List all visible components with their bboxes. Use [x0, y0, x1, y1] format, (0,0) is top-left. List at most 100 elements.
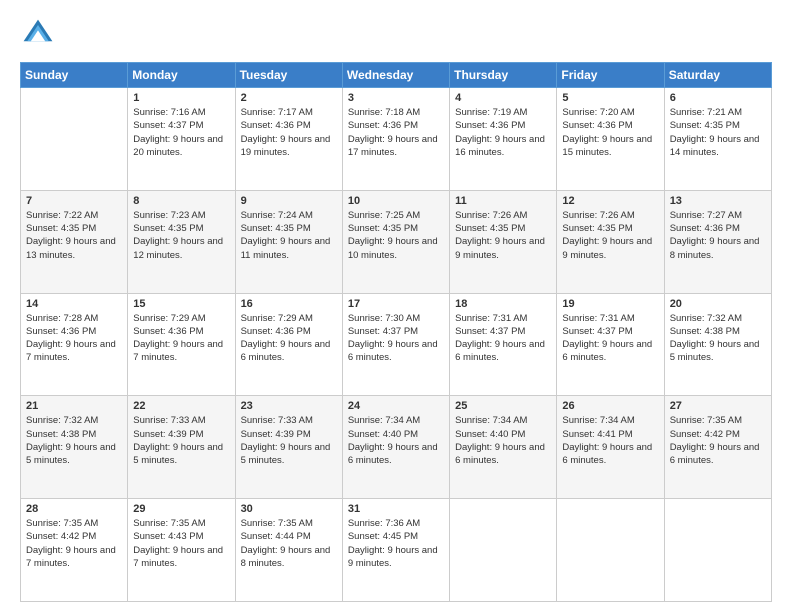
day-number: 2	[241, 92, 337, 104]
day-number: 25	[455, 400, 551, 412]
day-info: Sunrise: 7:19 AMSunset: 4:36 PMDaylight:…	[455, 106, 551, 159]
day-number: 29	[133, 503, 229, 515]
calendar-cell	[450, 499, 557, 602]
calendar-cell: 18Sunrise: 7:31 AMSunset: 4:37 PMDayligh…	[450, 293, 557, 396]
day-number: 14	[26, 298, 122, 310]
calendar-cell: 9 Sunrise: 7:24 AMSunset: 4:35 PMDaylight…	[235, 190, 342, 293]
calendar-cell: 6 Sunrise: 7:21 AMSunset: 4:35 PMDaylight…	[664, 88, 771, 191]
day-number: 13	[670, 195, 766, 207]
calendar-cell: 20 Sunrise: 7:32 AMSunset: 4:38 PMDayligh…	[664, 293, 771, 396]
day-info: Sunrise: 7:30 AMSunset: 4:37 PMDaylight:…	[348, 312, 444, 365]
col-header-saturday: Saturday	[664, 63, 771, 88]
day-number: 24	[348, 400, 444, 412]
col-header-thursday: Thursday	[450, 63, 557, 88]
day-info: Sunrise: 7:35 AMSunset: 4:42 PMDaylight:…	[670, 414, 766, 467]
day-info: Sunrise: 7:26 AMSunset: 4:35 PMDaylight:…	[455, 209, 551, 262]
day-number: 8	[133, 195, 229, 207]
col-header-monday: Monday	[128, 63, 235, 88]
day-number: 17	[348, 298, 444, 310]
calendar-week-row: 14 Sunrise: 7:28 AMSunset: 4:36 PMDayligh…	[21, 293, 772, 396]
day-info: Sunrise: 7:31 AMSunset: 4:37 PMDaylight:…	[562, 312, 658, 365]
day-info: Sunrise: 7:35 AMSunset: 4:43 PMDaylight:…	[133, 517, 229, 570]
day-info: Sunrise: 7:26 AMSunset: 4:35 PMDaylight:…	[562, 209, 658, 262]
day-number: 28	[26, 503, 122, 515]
calendar-cell: 30Sunrise: 7:35 AMSunset: 4:44 PMDayligh…	[235, 499, 342, 602]
day-info: Sunrise: 7:28 AMSunset: 4:36 PMDaylight:…	[26, 312, 122, 365]
day-info: Sunrise: 7:17 AMSunset: 4:36 PMDaylight:…	[241, 106, 337, 159]
day-info: Sunrise: 7:35 AMSunset: 4:44 PMDaylight:…	[241, 517, 337, 570]
day-number: 26	[562, 400, 658, 412]
day-info: Sunrise: 7:33 AMSunset: 4:39 PMDaylight:…	[241, 414, 337, 467]
calendar-cell: 24 Sunrise: 7:34 AMSunset: 4:40 PMDayligh…	[342, 396, 449, 499]
day-number: 1	[133, 92, 229, 104]
day-info: Sunrise: 7:24 AMSunset: 4:35 PMDaylight:…	[241, 209, 337, 262]
calendar-cell: 15 Sunrise: 7:29 AMSunset: 4:36 PMDayligh…	[128, 293, 235, 396]
calendar-cell: 13Sunrise: 7:27 AMSunset: 4:36 PMDayligh…	[664, 190, 771, 293]
day-info: Sunrise: 7:32 AMSunset: 4:38 PMDaylight:…	[670, 312, 766, 365]
day-info: Sunrise: 7:34 AMSunset: 4:41 PMDaylight:…	[562, 414, 658, 467]
calendar-cell: 5 Sunrise: 7:20 AMSunset: 4:36 PMDaylight…	[557, 88, 664, 191]
calendar-cell: 25 Sunrise: 7:34 AMSunset: 4:40 PMDayligh…	[450, 396, 557, 499]
day-info: Sunrise: 7:23 AMSunset: 4:35 PMDaylight:…	[133, 209, 229, 262]
day-info: Sunrise: 7:20 AMSunset: 4:36 PMDaylight:…	[562, 106, 658, 159]
calendar-table: SundayMondayTuesdayWednesdayThursdayFrid…	[20, 62, 772, 602]
day-info: Sunrise: 7:21 AMSunset: 4:35 PMDaylight:…	[670, 106, 766, 159]
col-header-friday: Friday	[557, 63, 664, 88]
calendar-header-row: SundayMondayTuesdayWednesdayThursdayFrid…	[21, 63, 772, 88]
calendar-cell: 26 Sunrise: 7:34 AMSunset: 4:41 PMDayligh…	[557, 396, 664, 499]
day-number: 10	[348, 195, 444, 207]
calendar-cell: 2 Sunrise: 7:17 AMSunset: 4:36 PMDaylight…	[235, 88, 342, 191]
page-container: SundayMondayTuesdayWednesdayThursdayFrid…	[0, 0, 792, 612]
day-info: Sunrise: 7:25 AMSunset: 4:35 PMDaylight:…	[348, 209, 444, 262]
calendar-week-row: 1 Sunrise: 7:16 AMSunset: 4:37 PMDaylight…	[21, 88, 772, 191]
day-number: 23	[241, 400, 337, 412]
day-number: 3	[348, 92, 444, 104]
calendar-week-row: 7Sunrise: 7:22 AMSunset: 4:35 PMDaylight…	[21, 190, 772, 293]
calendar-cell: 28 Sunrise: 7:35 AMSunset: 4:42 PMDayligh…	[21, 499, 128, 602]
day-number: 16	[241, 298, 337, 310]
day-number: 12	[562, 195, 658, 207]
day-number: 20	[670, 298, 766, 310]
day-number: 19	[562, 298, 658, 310]
day-number: 22	[133, 400, 229, 412]
day-number: 9	[241, 195, 337, 207]
day-info: Sunrise: 7:29 AMSunset: 4:36 PMDaylight:…	[133, 312, 229, 365]
col-header-tuesday: Tuesday	[235, 63, 342, 88]
day-info: Sunrise: 7:32 AMSunset: 4:38 PMDaylight:…	[26, 414, 122, 467]
calendar-cell: 14 Sunrise: 7:28 AMSunset: 4:36 PMDayligh…	[21, 293, 128, 396]
calendar-cell: 1 Sunrise: 7:16 AMSunset: 4:37 PMDaylight…	[128, 88, 235, 191]
day-number: 6	[670, 92, 766, 104]
calendar-cell: 31Sunrise: 7:36 AMSunset: 4:45 PMDayligh…	[342, 499, 449, 602]
day-info: Sunrise: 7:34 AMSunset: 4:40 PMDaylight:…	[455, 414, 551, 467]
calendar-cell: 4 Sunrise: 7:19 AMSunset: 4:36 PMDaylight…	[450, 88, 557, 191]
calendar-cell: 11 Sunrise: 7:26 AMSunset: 4:35 PMDayligh…	[450, 190, 557, 293]
calendar-cell: 12 Sunrise: 7:26 AMSunset: 4:35 PMDayligh…	[557, 190, 664, 293]
calendar-cell: 29 Sunrise: 7:35 AMSunset: 4:43 PMDayligh…	[128, 499, 235, 602]
day-number: 5	[562, 92, 658, 104]
calendar-cell: 22 Sunrise: 7:33 AMSunset: 4:39 PMDayligh…	[128, 396, 235, 499]
day-number: 15	[133, 298, 229, 310]
page-header	[20, 16, 772, 52]
calendar-cell: 23 Sunrise: 7:33 AMSunset: 4:39 PMDayligh…	[235, 396, 342, 499]
col-header-wednesday: Wednesday	[342, 63, 449, 88]
day-number: 4	[455, 92, 551, 104]
calendar-week-row: 28 Sunrise: 7:35 AMSunset: 4:42 PMDayligh…	[21, 499, 772, 602]
calendar-cell: 10 Sunrise: 7:25 AMSunset: 4:35 PMDayligh…	[342, 190, 449, 293]
day-number: 27	[670, 400, 766, 412]
calendar-cell: 21 Sunrise: 7:32 AMSunset: 4:38 PMDayligh…	[21, 396, 128, 499]
calendar-cell: 17 Sunrise: 7:30 AMSunset: 4:37 PMDayligh…	[342, 293, 449, 396]
day-info: Sunrise: 7:34 AMSunset: 4:40 PMDaylight:…	[348, 414, 444, 467]
calendar-cell: 8 Sunrise: 7:23 AMSunset: 4:35 PMDaylight…	[128, 190, 235, 293]
day-number: 11	[455, 195, 551, 207]
calendar-cell: 19 Sunrise: 7:31 AMSunset: 4:37 PMDayligh…	[557, 293, 664, 396]
calendar-cell: 7Sunrise: 7:22 AMSunset: 4:35 PMDaylight…	[21, 190, 128, 293]
day-info: Sunrise: 7:35 AMSunset: 4:42 PMDaylight:…	[26, 517, 122, 570]
logo-icon	[20, 16, 56, 52]
day-number: 7	[26, 195, 122, 207]
day-info: Sunrise: 7:16 AMSunset: 4:37 PMDaylight:…	[133, 106, 229, 159]
calendar-cell: 3Sunrise: 7:18 AMSunset: 4:36 PMDaylight…	[342, 88, 449, 191]
day-info: Sunrise: 7:36 AMSunset: 4:45 PMDaylight:…	[348, 517, 444, 570]
day-info: Sunrise: 7:33 AMSunset: 4:39 PMDaylight:…	[133, 414, 229, 467]
day-number: 21	[26, 400, 122, 412]
logo	[20, 16, 60, 52]
